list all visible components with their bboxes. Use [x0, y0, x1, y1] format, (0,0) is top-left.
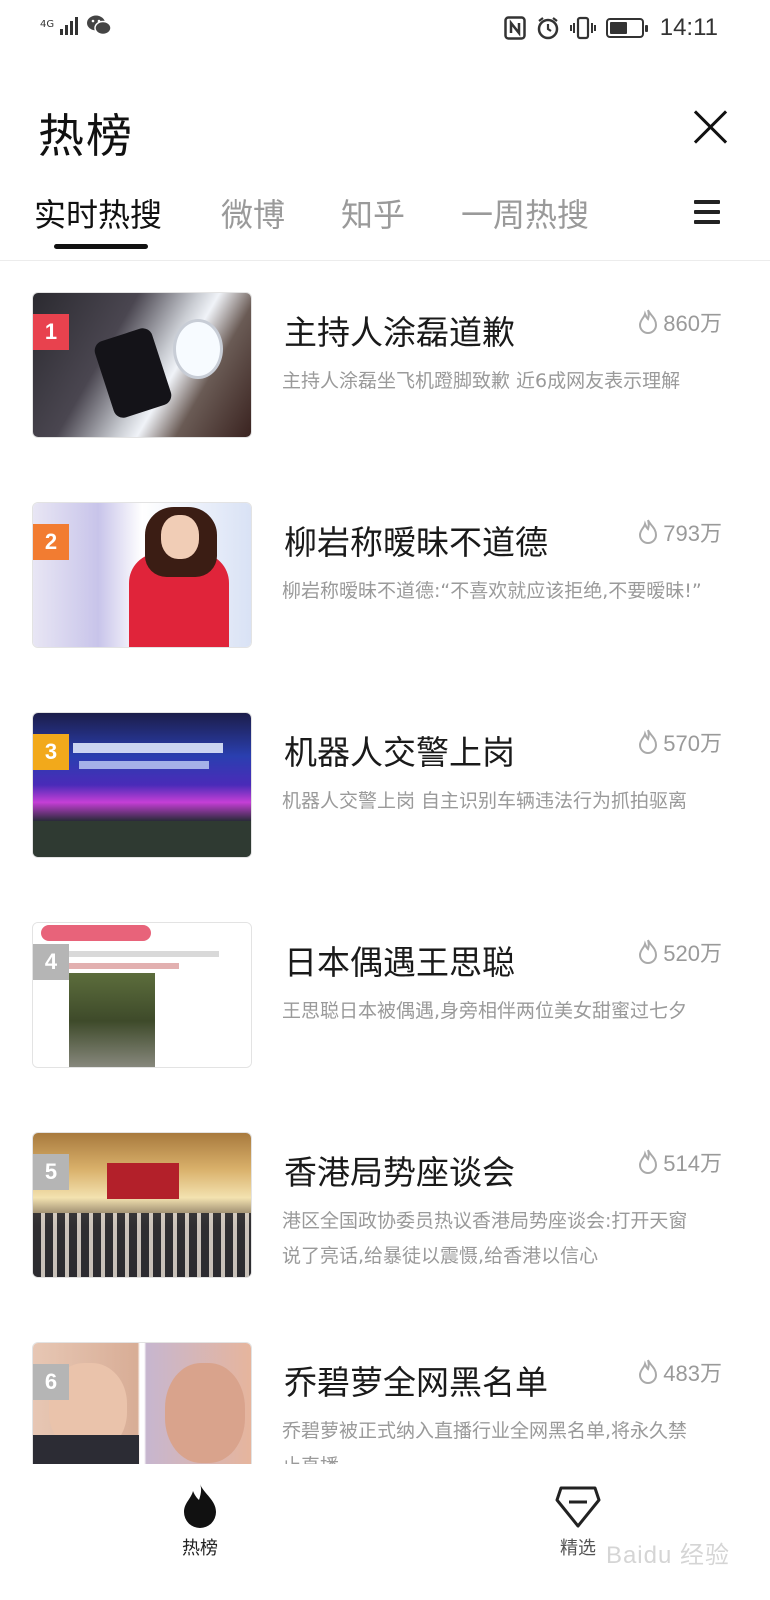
active-tab-indicator	[54, 244, 148, 249]
divider	[0, 260, 770, 261]
heat-value: 570万	[663, 731, 722, 756]
close-icon[interactable]	[692, 108, 728, 144]
flame-icon	[639, 309, 658, 334]
item-description: 王思聪日本被偶遇,身旁相伴两位美女甜蜜过七夕	[282, 1000, 688, 1022]
list-item[interactable]: 5 香港局势座谈会 514万 港区全国政协委员热议香港局势座谈会:打开天窗说了亮…	[0, 1132, 770, 1342]
rank-badge: 4	[33, 944, 69, 980]
flame-icon	[639, 1149, 658, 1174]
vibrate-icon	[569, 16, 596, 40]
item-title: 香港局势座谈会	[284, 1153, 515, 1192]
list-item[interactable]: 3 机器人交警上岗 570万 机器人交警上岗 自主识别车辆违法行为抓拍驱离	[0, 712, 770, 922]
nav-hot-label: 热榜	[182, 1538, 218, 1559]
thumbnail-image: 4	[32, 922, 252, 1068]
status-time: 14:11	[659, 14, 718, 41]
heat-count: 483万	[637, 1356, 722, 1388]
rank-badge: 5	[33, 1154, 69, 1190]
nfc-icon	[503, 16, 526, 40]
flame-icon	[639, 729, 658, 754]
rank-badge: 3	[33, 734, 69, 770]
flame-icon	[639, 1359, 658, 1384]
flame-icon	[184, 1484, 216, 1528]
item-description: 机器人交警上岗 自主识别车辆违法行为抓拍驱离	[282, 790, 688, 812]
heat-value: 860万	[663, 311, 722, 336]
bottom-nav: 热榜 精选 Baidu 经验	[0, 1464, 770, 1600]
rank-badge: 1	[33, 314, 69, 350]
item-title: 机器人交警上岗	[284, 733, 515, 772]
list-item[interactable]: 2 柳岩称暧昧不道德 793万 柳岩称暧昧不道德:“不喜欢就应该拒绝,不要暧昧!…	[0, 502, 770, 712]
signal-icon	[60, 15, 78, 35]
hot-list: 1 主持人涂磊道歉 860万 主持人涂磊坐飞机蹬脚致歉 近6成网友表示理解 2 …	[0, 292, 770, 1464]
thumbnail-image: 6	[32, 1342, 252, 1464]
item-title: 主持人涂磊道歉	[284, 313, 515, 352]
rank-badge: 2	[33, 524, 69, 560]
item-title: 日本偶遇王思聪	[284, 943, 515, 982]
list-item[interactable]: 1 主持人涂磊道歉 860万 主持人涂磊坐飞机蹬脚致歉 近6成网友表示理解	[0, 292, 770, 502]
heat-count: 514万	[637, 1146, 722, 1178]
heat-value: 793万	[663, 521, 722, 546]
flame-icon	[639, 939, 658, 964]
heat-value: 483万	[663, 1361, 722, 1386]
status-left: 4G	[40, 14, 112, 36]
heat-count: 860万	[637, 306, 722, 338]
menu-icon[interactable]	[694, 200, 720, 224]
heat-count: 793万	[637, 516, 722, 548]
heat-count: 570万	[637, 726, 722, 758]
item-description: 主持人涂磊坐飞机蹬脚致歉 近6成网友表示理解	[282, 370, 681, 392]
tab-zhihu[interactable]: 知乎	[341, 190, 405, 236]
heat-count: 520万	[637, 936, 722, 968]
tab-weibo[interactable]: 微博	[221, 190, 285, 236]
nav-hot[interactable]: 热榜	[150, 1482, 250, 1560]
gem-icon	[555, 1486, 601, 1528]
list-item[interactable]: 4 日本偶遇王思聪 520万 王思聪日本被偶遇,身旁相伴两位美女甜蜜过七夕	[0, 922, 770, 1132]
tab-bar: 实时热搜 微博 知乎 一周热搜	[0, 190, 770, 260]
status-right: 14:11	[503, 14, 718, 42]
wechat-icon	[87, 15, 112, 36]
tab-realtime[interactable]: 实时热搜	[34, 190, 162, 236]
item-title: 柳岩称暧昧不道德	[284, 523, 548, 562]
battery-fill	[609, 22, 627, 34]
watermark: Baidu 经验	[605, 1542, 730, 1569]
item-description: 港区全国政协委员热议香港局势座谈会:打开天窗说了亮话,给暴徒以震慑,给香港以信心	[282, 1210, 688, 1267]
tab-weekly[interactable]: 一周热搜	[461, 190, 589, 236]
thumbnail-image: 1	[32, 292, 252, 438]
flame-icon	[639, 519, 658, 544]
page-title: 热榜	[38, 109, 134, 163]
network-type: 4G	[40, 19, 55, 30]
alarm-icon	[537, 17, 558, 40]
item-description: 柳岩称暧昧不道德:“不喜欢就应该拒绝,不要暧昧!”	[282, 580, 702, 602]
list-item[interactable]: 6 乔碧萝全网黑名单 483万 乔碧萝被正式纳入直播行业全网黑名单,将永久禁止直…	[0, 1342, 770, 1464]
thumbnail-image: 3	[32, 712, 252, 858]
battery-icon	[605, 18, 648, 38]
header: 热榜	[0, 90, 770, 170]
thumbnail-image: 2	[32, 502, 252, 648]
item-title: 乔碧萝全网黑名单	[284, 1363, 548, 1402]
item-description: 乔碧萝被正式纳入直播行业全网黑名单,将永久禁止直播	[282, 1420, 688, 1464]
heat-value: 514万	[663, 1151, 722, 1176]
heat-value: 520万	[663, 941, 722, 966]
rank-badge: 6	[33, 1364, 69, 1400]
status-bar: 4G 14:11	[0, 0, 770, 58]
thumbnail-image: 5	[32, 1132, 252, 1278]
